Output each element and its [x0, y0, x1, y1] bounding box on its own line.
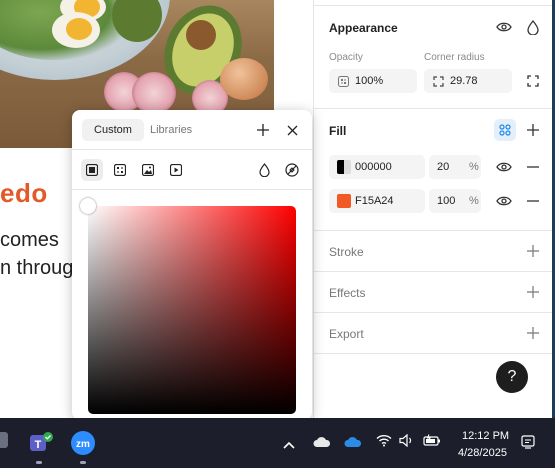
partial-app-icon[interactable]	[0, 432, 8, 448]
export-title: Export	[329, 327, 364, 341]
close-icon[interactable]	[284, 122, 300, 138]
fill-swatch[interactable]	[337, 160, 351, 174]
fill-visibility-eye-icon[interactable]	[495, 158, 513, 176]
appearance-title: Appearance	[329, 21, 398, 35]
fill-type-bar	[72, 150, 312, 190]
clock-time[interactable]: 12:12 PM	[462, 430, 509, 442]
clock-date[interactable]: 4/28/2025	[458, 447, 507, 459]
fill-hex-value: F15A24	[355, 195, 394, 207]
add-export-plus-icon[interactable]	[524, 324, 542, 342]
egg-yolk-2	[66, 18, 92, 40]
canvas-heading[interactable]: edo	[0, 178, 48, 209]
help-button[interactable]: ?	[496, 361, 528, 393]
corner-radius-label: Corner radius	[424, 52, 485, 63]
running-indicator	[80, 461, 86, 464]
brown-egg	[220, 58, 268, 100]
image-fill-icon[interactable]	[137, 159, 159, 181]
style-grid-icon[interactable]	[494, 119, 516, 141]
picker-tab-bar: Custom Libraries	[72, 110, 312, 150]
fill-opacity-field[interactable]: 100 %	[429, 189, 481, 213]
add-stroke-plus-icon[interactable]	[524, 242, 542, 260]
volume-icon[interactable]	[399, 433, 415, 452]
notification-icon[interactable]	[521, 435, 535, 454]
appearance-section: Appearance Opacity Corner radius 100% 29…	[314, 6, 553, 109]
add-swatch-plus-icon[interactable]	[255, 122, 271, 138]
corner-radius-value: 29.78	[450, 75, 478, 87]
fill-hex-field[interactable]: F15A24	[329, 189, 425, 213]
chevron-up-icon[interactable]	[283, 436, 295, 454]
fill-opacity-value: 100	[437, 195, 456, 207]
windows-taskbar: T zm 12:12 PM 4/28/2025	[0, 418, 555, 468]
remove-fill-minus-icon[interactable]	[524, 192, 542, 210]
add-effect-plus-icon[interactable]	[524, 283, 542, 301]
color-picker-handle[interactable]	[80, 198, 96, 214]
tab-custom[interactable]: Custom	[82, 119, 144, 141]
fill-swatch[interactable]	[337, 194, 351, 208]
color-picker-popover: Custom Libraries	[72, 110, 312, 418]
battery-icon[interactable]	[423, 434, 441, 452]
avocado-pit	[186, 20, 216, 50]
fill-opacity-unit: %	[469, 195, 479, 207]
solid-fill-icon[interactable]	[81, 159, 103, 181]
video-fill-icon[interactable]	[165, 159, 187, 181]
independent-corners-icon[interactable]	[524, 72, 542, 90]
stroke-title: Stroke	[329, 245, 364, 259]
corner-radius-field[interactable]: 29.78	[424, 69, 512, 93]
opacity-label: Opacity	[329, 52, 363, 63]
teams-icon[interactable]: T	[26, 428, 54, 456]
saturation-value-picker[interactable]	[88, 206, 296, 414]
effects-section[interactable]: Effects	[314, 272, 553, 313]
opacity-checker-icon	[337, 75, 349, 87]
running-indicator	[36, 461, 42, 464]
fill-hex-value: 000000	[355, 161, 392, 173]
opacity-field[interactable]: 100%	[329, 69, 417, 93]
opacity-drop-icon[interactable]	[253, 159, 275, 181]
effects-title: Effects	[329, 286, 366, 300]
visibility-eye-icon[interactable]	[495, 18, 513, 36]
properties-panel: Appearance Opacity Corner radius 100% 29…	[313, 0, 553, 418]
fill-title: Fill	[329, 124, 347, 138]
export-section[interactable]: Export	[314, 313, 553, 354]
wifi-icon[interactable]	[376, 434, 392, 452]
remove-fill-minus-icon[interactable]	[524, 158, 542, 176]
tab-libraries[interactable]: Libraries	[150, 119, 192, 141]
fill-section: Fill 000000 20 % F15A24 100 %	[314, 109, 553, 231]
fill-opacity-field[interactable]: 20 %	[429, 155, 481, 179]
cloud-icon[interactable]	[313, 435, 331, 453]
zoom-icon[interactable]: zm	[70, 430, 96, 456]
radish-slice-2	[132, 72, 176, 114]
fill-opacity-unit: %	[469, 161, 479, 173]
opacity-value: 100%	[355, 75, 384, 87]
canvas-text-line[interactable]: comes	[0, 229, 59, 252]
svg-text:zm: zm	[76, 439, 90, 450]
stroke-section[interactable]: Stroke	[314, 231, 553, 272]
fill-opacity-value: 20	[437, 161, 450, 173]
svg-text:T: T	[35, 439, 42, 451]
fill-hex-field[interactable]: 000000	[329, 155, 425, 179]
blend-drop-icon[interactable]	[524, 18, 542, 36]
app-window: edo comes n through Appearance Opacity C…	[0, 0, 555, 418]
onedrive-icon[interactable]	[344, 435, 362, 453]
fill-visibility-eye-icon[interactable]	[495, 192, 513, 210]
eyedropper-icon[interactable]	[281, 159, 303, 181]
add-fill-plus-icon[interactable]	[524, 121, 542, 139]
gradient-fill-icon[interactable]	[109, 159, 131, 181]
corner-radius-icon	[432, 75, 444, 87]
